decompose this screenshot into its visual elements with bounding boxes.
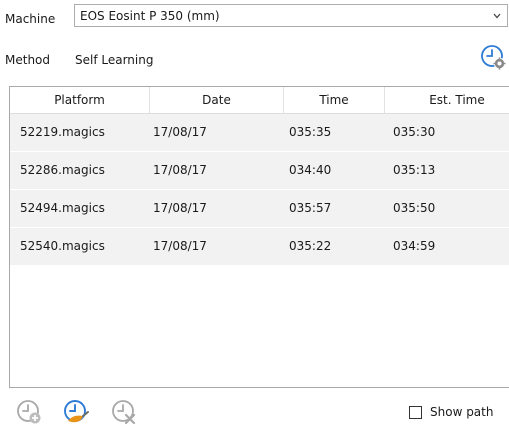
table-row[interactable]: 52286.magics 17/08/17 034:40 035:13 [10,152,509,190]
method-label: Method [5,53,51,67]
show-path-label[interactable]: Show path [430,405,493,419]
machine-label: Machine [5,12,56,26]
cell-platform: 52494.magics [20,201,105,215]
clock-edit-icon[interactable] [62,398,90,426]
cell-platform: 52219.magics [20,125,105,139]
method-value: Self Learning [75,53,154,67]
cell-est-time: 035:13 [393,163,436,177]
column-header-time[interactable]: Time [284,87,385,113]
platform-table[interactable]: Platform Date Time Est. Time 52219.magic… [9,86,509,388]
cell-platform: 52540.magics [20,239,105,253]
table-row[interactable]: 52219.magics 17/08/17 035:35 035:30 [10,114,509,152]
column-header-date[interactable]: Date [150,87,284,113]
clock-settings-icon[interactable] [480,44,506,70]
machine-select[interactable]: EOS Eosint P 350 (mm) [74,4,508,27]
table-row[interactable]: 52540.magics 17/08/17 035:22 034:59 [10,228,509,266]
column-header-platform[interactable]: Platform [10,87,150,113]
clock-remove-icon[interactable] [110,398,138,426]
column-header-est-time[interactable]: Est. Time [385,87,509,113]
cell-date: 17/08/17 [153,163,207,177]
table-header: Platform Date Time Est. Time [10,87,509,114]
cell-time: 035:22 [289,239,332,253]
table-row[interactable]: 52494.magics 17/08/17 035:57 035:50 [10,190,509,228]
cell-est-time: 035:50 [393,201,436,215]
cell-time: 035:35 [289,125,332,139]
cell-platform: 52286.magics [20,163,105,177]
cell-time: 034:40 [289,163,332,177]
cell-est-time: 035:30 [393,125,436,139]
clock-add-icon[interactable] [15,398,43,426]
show-path-checkbox[interactable] [409,406,422,419]
cell-time: 035:57 [289,201,332,215]
cell-date: 17/08/17 [153,125,207,139]
cell-date: 17/08/17 [153,239,207,253]
machine-select-value: EOS Eosint P 350 (mm) [80,9,220,23]
cell-date: 17/08/17 [153,201,207,215]
chevron-down-icon [493,13,501,19]
cell-est-time: 034:59 [393,239,436,253]
